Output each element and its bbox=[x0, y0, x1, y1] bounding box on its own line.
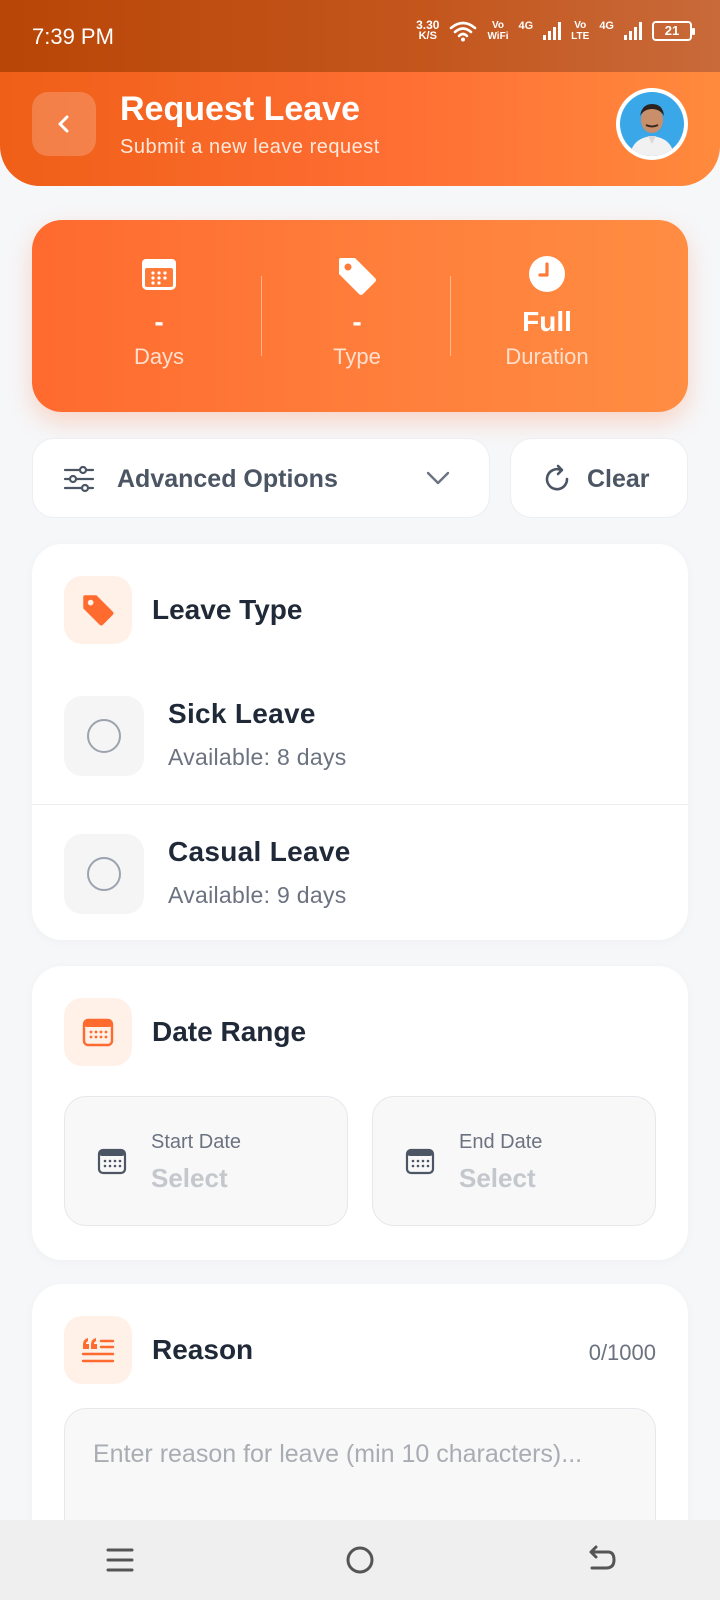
status-indicators: 3.30 K/S Vo WiFi 4G Vo LTE 4G 21 bbox=[416, 18, 695, 42]
sliders-icon bbox=[63, 465, 95, 493]
system-nav-bar bbox=[0, 1520, 720, 1600]
home-circle-icon bbox=[346, 1546, 374, 1574]
leave-option-title: Casual Leave bbox=[168, 836, 351, 867]
home-button[interactable] bbox=[300, 1530, 420, 1590]
duration-label: Duration bbox=[505, 344, 589, 369]
date-range-card: Date Range Start Date Select End Date Se… bbox=[32, 966, 688, 1260]
start-date-label: Start Date bbox=[151, 1131, 242, 1153]
leave-type-card: Leave Type Sick Leave Available: 8 days … bbox=[32, 544, 688, 940]
divider bbox=[32, 804, 688, 805]
clock-icon bbox=[529, 256, 565, 292]
leave-option-available: Available: 8 days bbox=[168, 744, 347, 770]
end-date-label: End Date bbox=[459, 1131, 543, 1153]
back-button[interactable] bbox=[32, 92, 96, 156]
status-time: 7:39 PM bbox=[32, 24, 114, 49]
days-value: - bbox=[154, 306, 164, 337]
menu-icon bbox=[106, 1548, 134, 1572]
wifi-icon bbox=[450, 21, 477, 42]
character-count: 0/1000 bbox=[588, 1340, 656, 1365]
leave-type-icon-box bbox=[64, 576, 132, 644]
battery-icon: 21 bbox=[652, 21, 695, 41]
end-date-field[interactable]: End Date Select bbox=[372, 1096, 656, 1226]
summary-divider bbox=[450, 276, 451, 356]
avatar[interactable] bbox=[616, 88, 688, 160]
leave-option-title: Sick Leave bbox=[168, 698, 316, 729]
status-bar: 7:39 PM 3.30 K/S Vo WiFi 4G Vo LTE 4G 21 bbox=[0, 0, 720, 72]
quote-icon bbox=[81, 1338, 115, 1363]
leave-option-casual[interactable]: Casual Leave Available: 9 days bbox=[32, 814, 688, 950]
radio-button[interactable] bbox=[64, 834, 144, 914]
chevron-down-icon bbox=[426, 471, 450, 485]
summary-days: - Days bbox=[64, 220, 254, 412]
radio-circle-icon bbox=[87, 857, 121, 891]
radio-button[interactable] bbox=[64, 696, 144, 776]
start-date-field[interactable]: Start Date Select bbox=[64, 1096, 348, 1226]
vowifi-label: Vo WiFi bbox=[487, 20, 509, 42]
clear-button[interactable]: Clear bbox=[510, 438, 688, 518]
date-range-icon-box bbox=[64, 998, 132, 1066]
volte-label: Vo LTE bbox=[571, 20, 590, 42]
network-type-1: 4G bbox=[518, 20, 534, 32]
summary-duration: Full Duration bbox=[452, 220, 642, 412]
advanced-options-label: Advanced Options bbox=[117, 465, 338, 493]
leave-option-available: Available: 9 days bbox=[168, 882, 347, 908]
calendar-icon bbox=[82, 1018, 114, 1047]
reason-icon-box bbox=[64, 1316, 132, 1384]
start-date-value: Select bbox=[151, 1163, 228, 1193]
leave-option-sick[interactable]: Sick Leave Available: 8 days bbox=[32, 676, 688, 812]
leave-type-title: Leave Type bbox=[152, 594, 303, 625]
signal-icon-2 bbox=[624, 22, 642, 40]
calendar-icon bbox=[97, 1148, 127, 1175]
back-arrow-icon bbox=[589, 1545, 616, 1570]
advanced-options-toggle[interactable]: Advanced Options bbox=[32, 438, 490, 518]
reason-title: Reason bbox=[152, 1334, 254, 1365]
network-speed: 3.30 K/S bbox=[416, 18, 440, 42]
chevron-left-icon bbox=[58, 115, 69, 133]
user-avatar-image bbox=[620, 92, 684, 156]
end-date-value: Select bbox=[459, 1163, 536, 1193]
date-range-title: Date Range bbox=[152, 1016, 307, 1047]
clear-label: Clear bbox=[587, 465, 650, 493]
type-label: Type bbox=[333, 344, 381, 369]
summary-type: - Type bbox=[262, 220, 452, 412]
menu-button[interactable] bbox=[60, 1530, 180, 1590]
calendar-icon bbox=[142, 259, 176, 290]
leave-summary-card: - Days - Type Full Duration bbox=[32, 220, 688, 412]
calendar-icon bbox=[405, 1148, 435, 1175]
page-subtitle: Submit a new leave request bbox=[120, 136, 380, 158]
signal-icon-1 bbox=[543, 22, 562, 40]
page-title: Request Leave bbox=[120, 90, 360, 128]
tag-icon bbox=[83, 595, 114, 626]
refresh-icon bbox=[545, 464, 569, 491]
page-header: Request Leave Submit a new leave request bbox=[0, 72, 720, 186]
back-nav-button[interactable] bbox=[540, 1530, 660, 1590]
days-label: Days bbox=[133, 344, 185, 369]
type-value: - bbox=[352, 306, 362, 337]
radio-circle-icon bbox=[87, 719, 121, 753]
tag-icon bbox=[339, 258, 376, 295]
duration-value: Full bbox=[522, 306, 572, 337]
network-type-2: 4G bbox=[599, 20, 614, 32]
